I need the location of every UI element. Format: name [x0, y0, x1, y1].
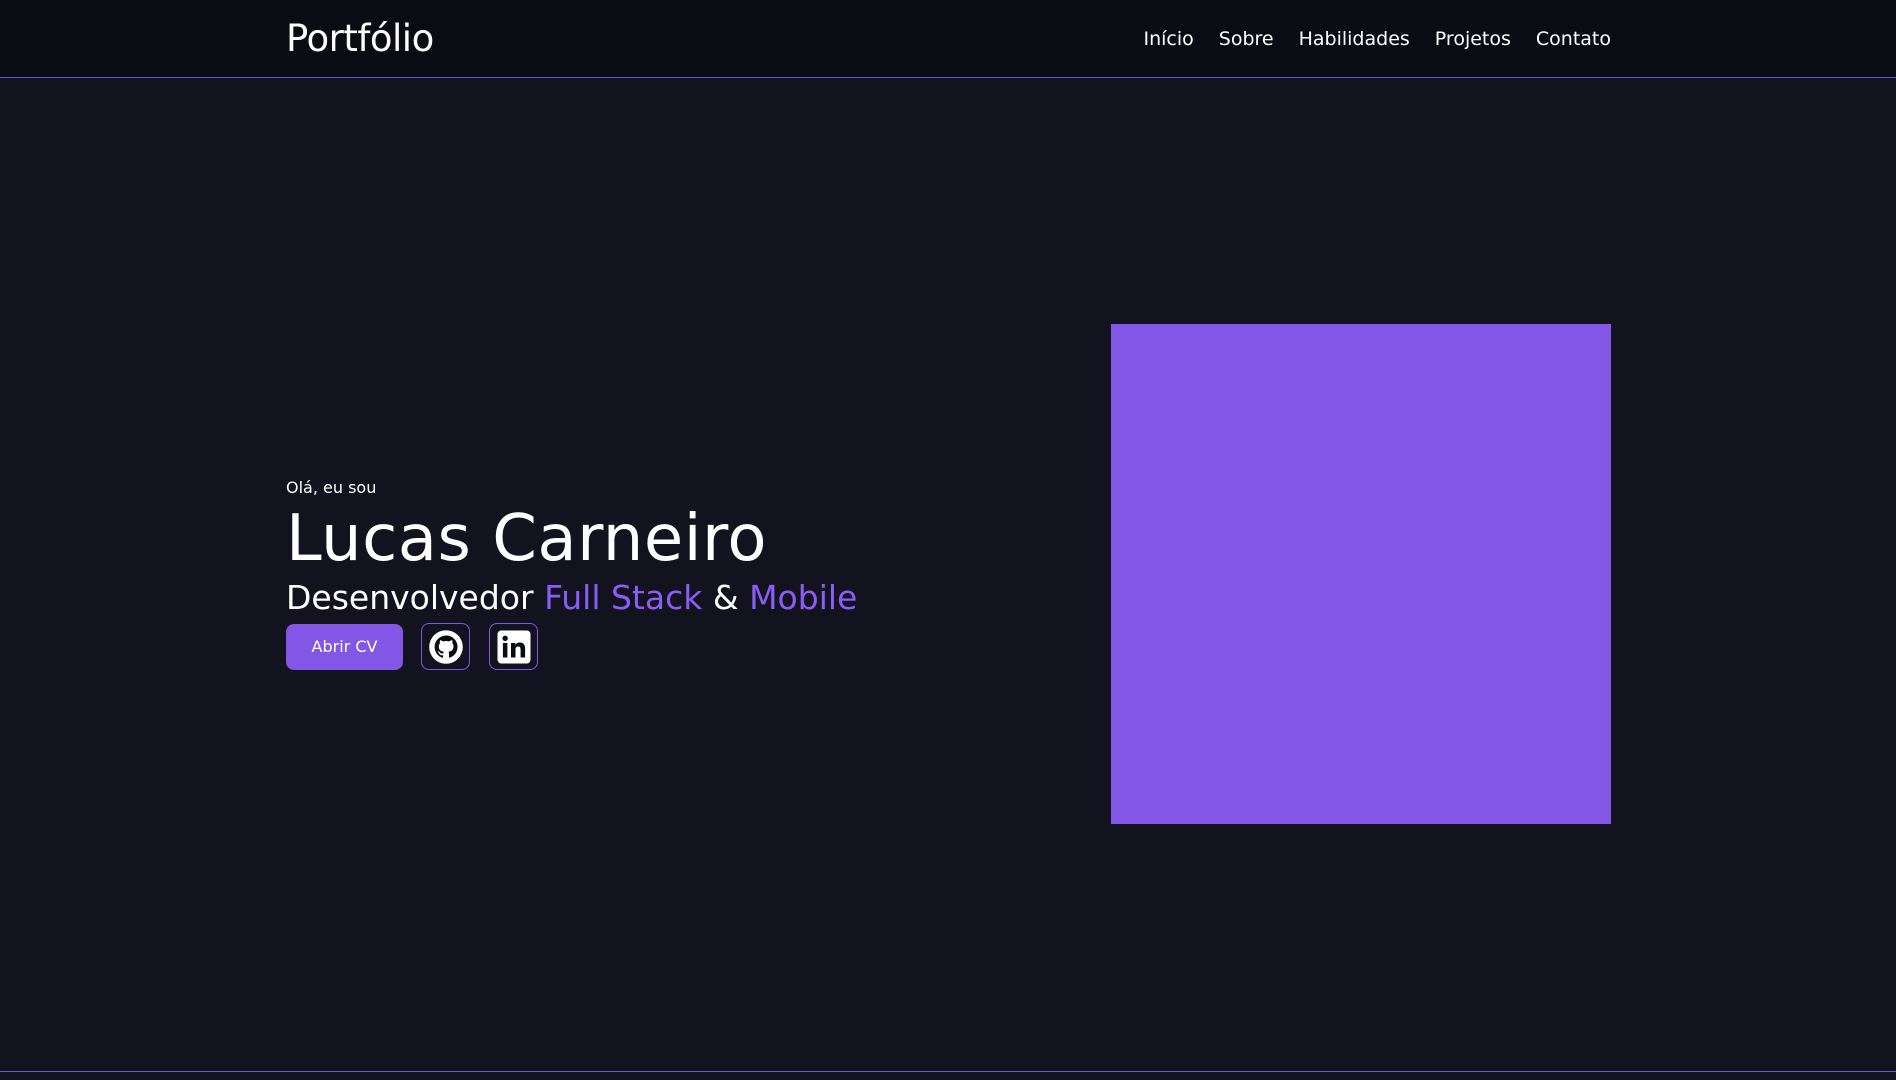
- nav-link-contato[interactable]: Contato: [1536, 26, 1611, 52]
- hero-text: Olá, eu sou Lucas Carneiro Desenvolvedor…: [286, 477, 857, 670]
- section-divider: [0, 1071, 1896, 1072]
- greeting: Olá, eu sou: [286, 478, 377, 497]
- hero-image-placeholder: [1111, 324, 1611, 824]
- linkedin-button[interactable]: [489, 623, 538, 670]
- linkedin-icon: [497, 630, 530, 663]
- role-prefix: Desenvolvedor: [286, 578, 534, 617]
- role-connector: &: [712, 578, 739, 617]
- role-highlight-mobile: Mobile: [749, 578, 858, 617]
- hero-actions: Abrir CV: [286, 623, 857, 670]
- nav-link-projetos[interactable]: Projetos: [1435, 26, 1511, 52]
- role-highlight-full-stack: Full Stack: [544, 578, 703, 617]
- navbar: Portfólio Início Sobre Habilidades Proje…: [0, 0, 1896, 78]
- nav-link-habilidades[interactable]: Habilidades: [1299, 26, 1410, 52]
- github-icon: [428, 629, 463, 664]
- logo[interactable]: Portfólio: [286, 17, 434, 61]
- open-cv-button[interactable]: Abrir CV: [286, 623, 403, 670]
- github-button[interactable]: [421, 623, 470, 670]
- hero-name: Lucas Carneiro: [286, 502, 768, 576]
- nav-link-sobre[interactable]: Sobre: [1219, 26, 1274, 52]
- nav-links: Início Sobre Habilidades Projetos Contat…: [1143, 26, 1611, 52]
- nav-link-inicio[interactable]: Início: [1143, 26, 1193, 52]
- hero-role: Desenvolvedor Full Stack & Mobile: [286, 577, 857, 619]
